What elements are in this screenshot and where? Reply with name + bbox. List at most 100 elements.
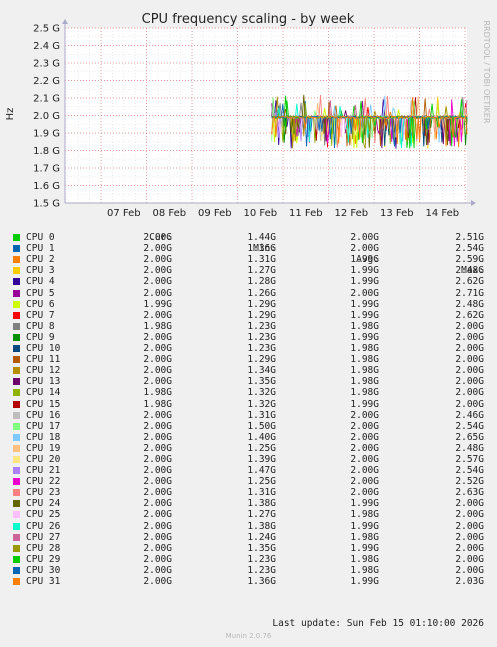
legend-swatch [13, 578, 20, 585]
legend-cur: 2.00G [143, 232, 172, 244]
legend-name: CPU 19 [26, 442, 61, 454]
legend-max: 2.48G [455, 265, 484, 277]
legend-swatch [13, 289, 20, 297]
legend-avg: 1.99G [350, 498, 379, 510]
legend-swatch [13, 433, 20, 441]
legend-swatch [13, 422, 20, 430]
legend-min: 1.27G [247, 509, 276, 521]
legend-min: 1.35G [247, 376, 276, 388]
legend-avg: 1.99G [350, 254, 379, 266]
legend-row: CPU 24 2.00G 1.38G 1.99G 2.00G [12, 498, 490, 509]
legend-avg: 1.98G [350, 320, 379, 332]
x-tick-label: 10 Feb [244, 208, 278, 219]
legend-cur: 2.00G [143, 564, 172, 576]
legend-swatch [13, 455, 20, 463]
y-tick-label: 1.6 G [33, 181, 60, 192]
legend-cur: 2.00G [143, 453, 172, 465]
legend-max: 2.54G [455, 243, 484, 255]
legend-swatch [13, 267, 20, 275]
y-tick-label: 2.4 G [33, 41, 60, 52]
legend-max: 2.00G [455, 376, 484, 388]
legend-min: 1.32G [247, 398, 276, 410]
legend-cur: 2.00G [143, 509, 172, 521]
legend-min: 1.32G [247, 387, 276, 399]
x-tick-label: 13 Feb [380, 208, 414, 219]
legend-name: CPU 28 [26, 542, 61, 554]
legend-cur: 2.00G [143, 409, 172, 421]
last-update: Last update: Sun Feb 15 01:10:00 2026 [272, 618, 484, 629]
legend-min: 1.27G [247, 265, 276, 277]
y-tick-label: 1.8 G [33, 146, 60, 157]
legend-name: CPU 18 [26, 431, 61, 443]
legend-row: CPU 2 2.00G 1.31G 1.99G 2.59G [12, 254, 490, 265]
legend-max: 2.00G [455, 520, 484, 532]
legend-name: CPU 1 [26, 243, 55, 255]
legend-name: CPU 0 [26, 232, 55, 244]
legend-avg: 1.99G [350, 298, 379, 310]
legend-min: 1.23G [247, 564, 276, 576]
legend-cur: 2.00G [143, 276, 172, 288]
legend-min: 1.31G [247, 409, 276, 421]
legend-max: 2.00G [455, 498, 484, 510]
legend-cur: 2.00G [143, 420, 172, 432]
legend-min: 1.36G [247, 576, 276, 587]
legend-swatch [13, 566, 20, 574]
legend-name: CPU 4 [26, 276, 55, 288]
y-tick-label: 2.5 G [33, 24, 60, 35]
legend-min: 1.28G [247, 276, 276, 288]
y-tick-label: 1.7 G [33, 164, 60, 175]
legend-max: 2.00G [455, 320, 484, 332]
legend-swatch [13, 489, 20, 497]
legend-row: CPU 21 2.00G 1.47G 2.00G 2.54G [12, 465, 490, 476]
legend-swatch [13, 345, 20, 353]
y-axis-arrow [62, 19, 68, 24]
legend-avg: 1.98G [350, 553, 379, 565]
legend-cur: 2.00G [143, 498, 172, 510]
legend-avg: 1.98G [350, 509, 379, 521]
legend-row: CPU 23 2.00G 1.31G 2.00G 2.63G [12, 487, 490, 498]
legend-avg: 2.00G [350, 453, 379, 465]
legend-name: CPU 3 [26, 265, 55, 277]
y-tick-label: 2.1 G [33, 94, 60, 105]
legend-avg: 2.00G [350, 442, 379, 454]
legend-min: 1.26G [247, 287, 276, 299]
legend-cur: 2.00G [143, 354, 172, 366]
legend-min: 1.47G [247, 465, 276, 477]
legend-row: CPU 5 2.00G 1.26G 2.00G 2.71G [12, 288, 490, 299]
legend-min: 1.29G [247, 309, 276, 321]
legend-swatch [13, 467, 20, 475]
y-tick-label: 1.5 G [33, 199, 60, 210]
legend-cur: 2.00G [143, 376, 172, 388]
legend-name: CPU 30 [26, 564, 61, 576]
legend-min: 1.23G [247, 320, 276, 332]
legend-swatch [13, 322, 20, 330]
legend-max: 2.00G [455, 331, 484, 343]
legend-max: 2.00G [455, 553, 484, 565]
legend-name: CPU 11 [26, 354, 61, 366]
legend-name: CPU 21 [26, 465, 61, 477]
legend-avg: 1.98G [350, 387, 379, 399]
x-tick-label: 08 Feb [152, 208, 186, 219]
legend-max: 2.46G [455, 409, 484, 421]
y-tick-label: 2.0 G [33, 111, 60, 122]
x-tick-label: 14 Feb [426, 208, 460, 219]
legend-swatch [13, 444, 20, 452]
legend-max: 2.63G [455, 487, 484, 499]
legend-row: CPU 14 1.98G 1.32G 1.98G 2.00G [12, 387, 490, 398]
legend-swatch [13, 400, 20, 408]
legend-name: CPU 26 [26, 520, 61, 532]
legend-cur: 1.98G [143, 320, 172, 332]
legend-cur: 2.00G [143, 287, 172, 299]
legend-header-row: Cur: Min: Avg: Max: [12, 221, 490, 276]
legend-min: 1.23G [247, 343, 276, 355]
legend-cur: 2.00G [143, 365, 172, 377]
legend-row: CPU 12 2.00G 1.34G 1.98G 2.00G [12, 365, 490, 376]
legend-swatch [13, 500, 20, 508]
legend-row: CPU 31 2.00G 1.36G 1.99G 2.03G [12, 576, 490, 587]
legend-max: 2.00G [455, 564, 484, 576]
legend-swatch [13, 411, 20, 419]
legend-cur: 2.00G [143, 465, 172, 477]
legend-max: 2.00G [455, 387, 484, 399]
legend-swatch [13, 389, 20, 397]
legend-avg: 2.00G [350, 287, 379, 299]
